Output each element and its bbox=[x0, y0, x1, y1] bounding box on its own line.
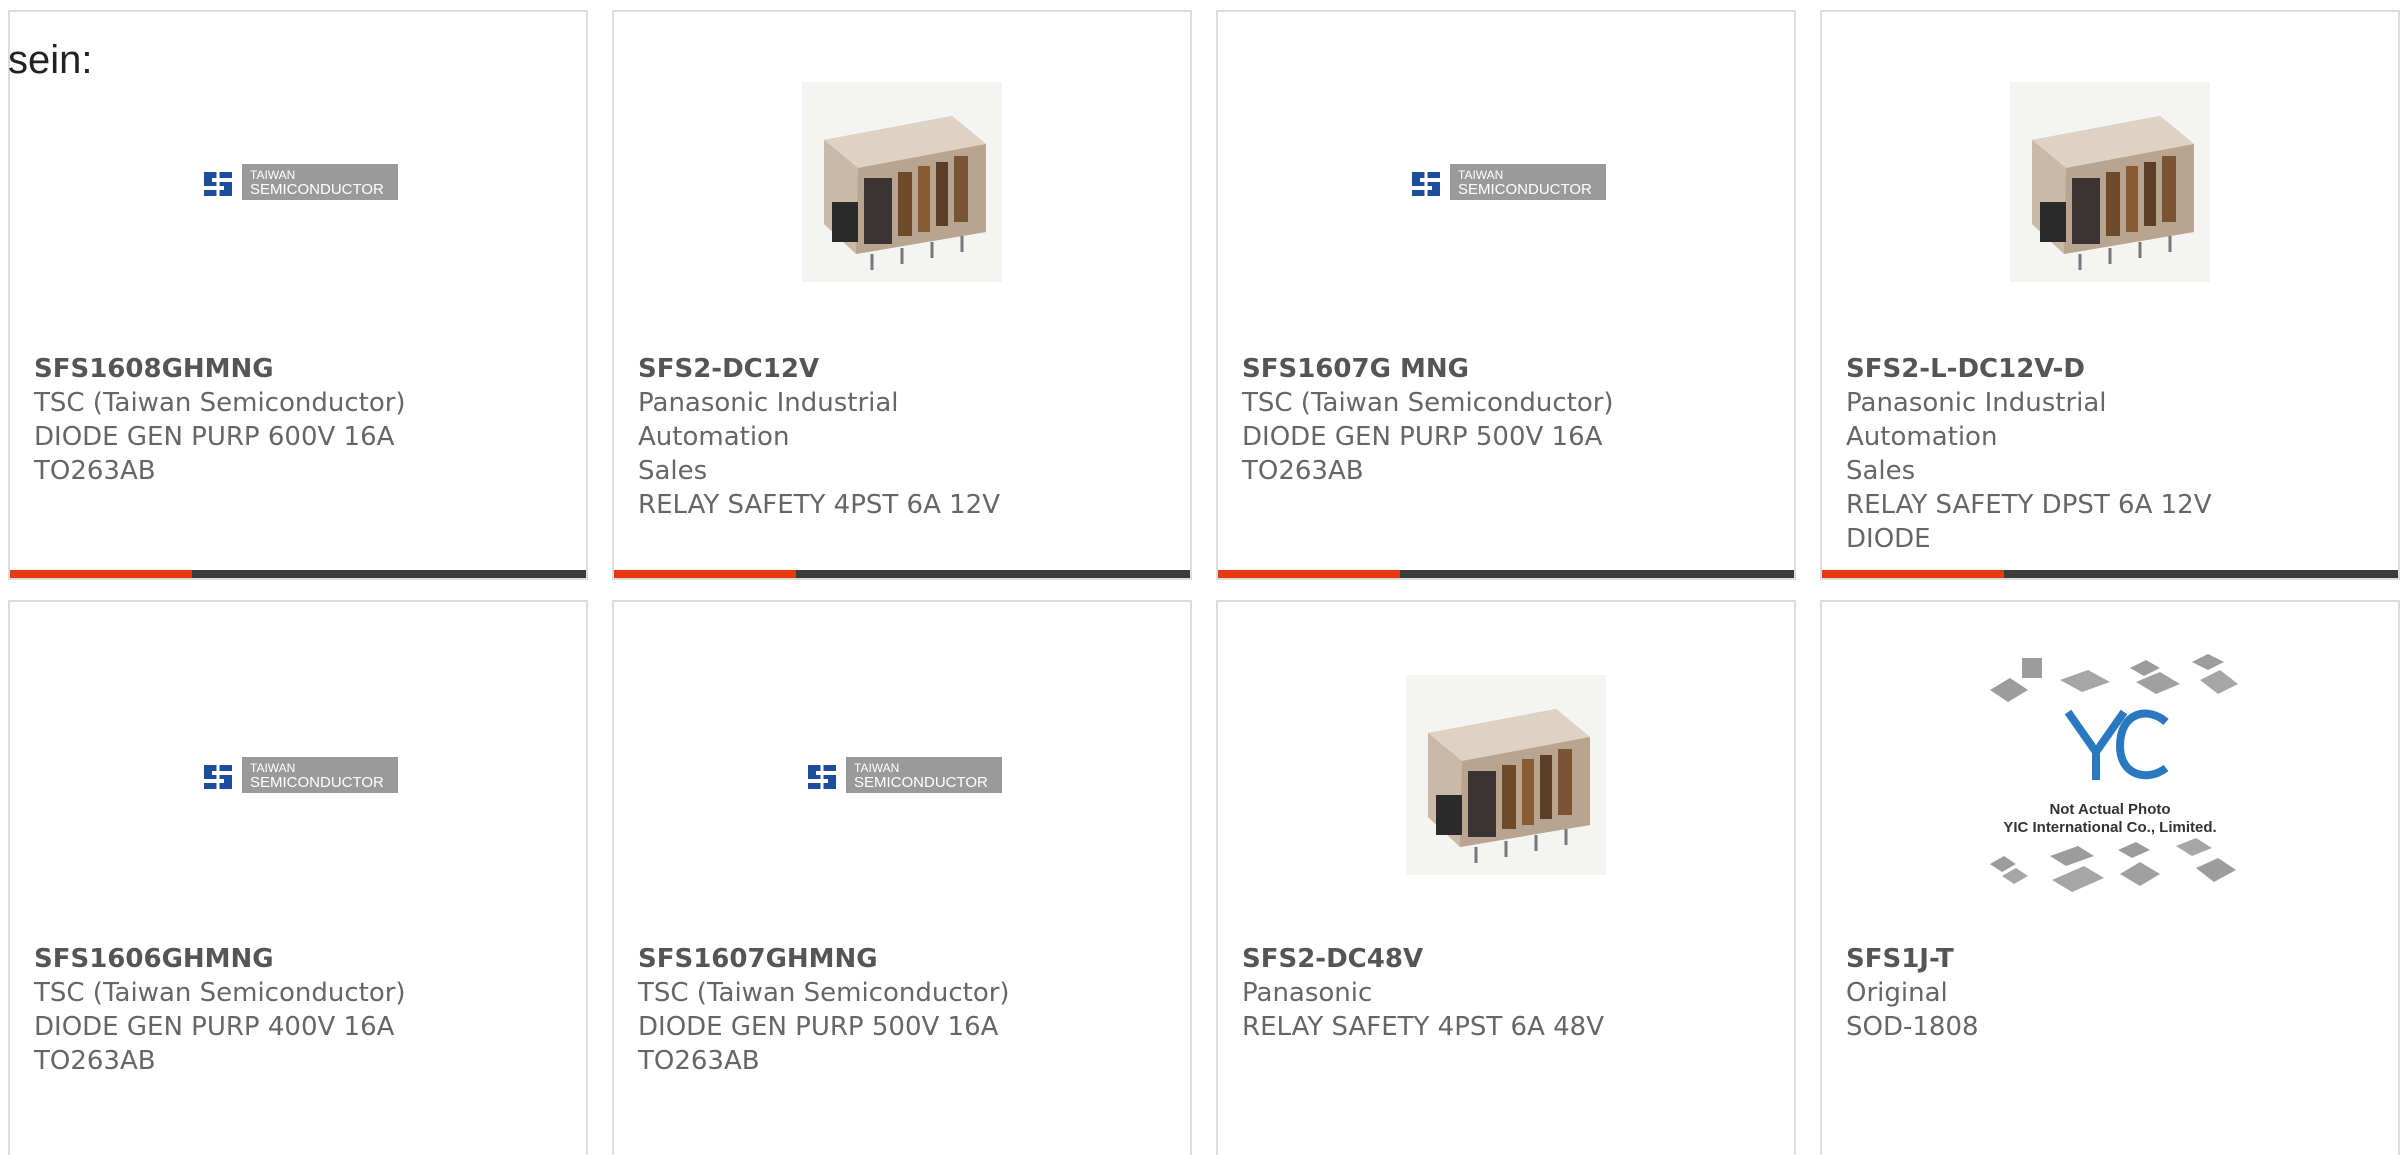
product-detail-line: Panasonic Industrial Automation bbox=[638, 388, 899, 452]
taiwan-semiconductor-logo: TAIWAN SEMICONDUCTOR bbox=[802, 757, 1002, 793]
product-detail-line: TSC (Taiwan Semiconductor) bbox=[34, 978, 406, 1008]
svg-text:SEMICONDUCTOR: SEMICONDUCTOR bbox=[250, 181, 384, 198]
product-card[interactable]: TAIWAN SEMICONDUCTOR SFS1608GHMNG TSC (Ta… bbox=[8, 10, 588, 580]
product-image[interactable]: TAIWAN SEMICONDUCTOR bbox=[614, 602, 1190, 948]
product-card[interactable]: SFS2-L-DC12V-D Panasonic Industrial Autom… bbox=[1820, 10, 2400, 580]
part-number-link[interactable]: SFS1608GHMNG bbox=[34, 352, 454, 386]
svg-text:SEMICONDUCTOR: SEMICONDUCTOR bbox=[250, 774, 384, 791]
product-image[interactable] bbox=[614, 12, 1190, 352]
part-number-link[interactable]: SFS1J-T bbox=[1846, 942, 2266, 976]
product-detail-line: TSC (Taiwan Semiconductor) bbox=[638, 978, 1010, 1008]
product-detail-line: TSC (Taiwan Semiconductor) bbox=[1242, 388, 1614, 418]
part-number-link[interactable]: SFS1607GHMNG bbox=[638, 942, 1058, 976]
product-info: SFS1607G MNG TSC (Taiwan Semiconductor) DI… bbox=[1242, 352, 1662, 488]
product-detail-line: DIODE GEN PURP 500V 16A bbox=[1242, 422, 1603, 452]
product-info: SFS1608GHMNG TSC (Taiwan Semiconductor) DI… bbox=[34, 352, 454, 488]
product-detail-line: Panasonic bbox=[1242, 978, 1373, 1008]
card-accent-highlight bbox=[1218, 570, 1400, 578]
product-detail-line: Sales bbox=[1846, 456, 1916, 486]
product-card[interactable]: SFS2-DC12V Panasonic Industrial Automatio… bbox=[612, 10, 1192, 580]
product-detail-line: TO263AB bbox=[1242, 456, 1364, 486]
product-detail-line: DIODE GEN PURP 600V 16A bbox=[34, 422, 395, 452]
product-detail-line: Original bbox=[1846, 978, 1948, 1008]
product-detail-line: RELAY SAFETY 4PST 6A 48V bbox=[1242, 1012, 1605, 1042]
product-detail-line: TO263AB bbox=[34, 456, 156, 486]
card-accent-bar bbox=[1822, 570, 2398, 578]
product-detail-line: SOD-1808 bbox=[1846, 1012, 1979, 1042]
product-detail-line: TO263AB bbox=[638, 1046, 760, 1076]
part-number-link[interactable]: SFS2-L-DC12V-D bbox=[1846, 352, 2266, 386]
product-image[interactable]: TAIWAN SEMICONDUCTOR bbox=[10, 602, 586, 948]
svg-text:TAIWAN: TAIWAN bbox=[250, 761, 295, 775]
svg-text:SEMICONDUCTOR: SEMICONDUCTOR bbox=[854, 774, 988, 791]
product-info: SFS2-DC48V Panasonic RELAY SAFETY 4PST 6A … bbox=[1242, 942, 1662, 1044]
product-detail-line: TO263AB bbox=[34, 1046, 156, 1076]
product-detail-line: TSC (Taiwan Semiconductor) bbox=[34, 388, 406, 418]
taiwan-semiconductor-logo: TAIWAN SEMICONDUCTOR bbox=[1406, 164, 1606, 200]
product-info: SFS1607GHMNG TSC (Taiwan Semiconductor) DI… bbox=[638, 942, 1058, 1078]
card-accent-bar bbox=[1218, 570, 1794, 578]
svg-text:TAIWAN: TAIWAN bbox=[1458, 168, 1503, 182]
part-number-link[interactable]: SFS1606GHMNG bbox=[34, 942, 454, 976]
card-accent-highlight bbox=[1822, 570, 2004, 578]
product-info: SFS1606GHMNG TSC (Taiwan Semiconductor) DI… bbox=[34, 942, 454, 1078]
taiwan-semiconductor-logo: TAIWAN SEMICONDUCTOR bbox=[198, 164, 398, 200]
product-detail-line: RELAY SAFETY 4PST 6A 12V bbox=[638, 490, 1001, 520]
product-grid-page: sein: TAIWAN SEMICONDUCTOR SFS1608GHMNG T… bbox=[0, 0, 2400, 1155]
relay-photo bbox=[1406, 675, 1606, 875]
product-detail-line: RELAY SAFETY DPST 6A 12V bbox=[1846, 490, 2212, 520]
taiwan-semiconductor-logo: TAIWAN SEMICONDUCTOR bbox=[198, 757, 398, 793]
product-card[interactable]: TAIWAN SEMICONDUCTOR SFS1607G MNG TSC (Ta… bbox=[1216, 10, 1796, 580]
product-info: SFS2-L-DC12V-D Panasonic Industrial Autom… bbox=[1846, 352, 2266, 556]
card-accent-highlight bbox=[614, 570, 796, 578]
product-info: SFS2-DC12V Panasonic Industrial Automatio… bbox=[638, 352, 1058, 522]
product-image[interactable] bbox=[1218, 602, 1794, 948]
svg-text:SEMICONDUCTOR: SEMICONDUCTOR bbox=[1458, 181, 1592, 198]
product-detail-line: DIODE GEN PURP 500V 16A bbox=[638, 1012, 999, 1042]
relay-photo bbox=[2010, 82, 2210, 282]
product-card[interactable]: Not Actual Photo YIC International Co., … bbox=[1820, 600, 2400, 1155]
part-number-link[interactable]: SFS2-DC48V bbox=[1242, 942, 1662, 976]
part-number-link[interactable]: SFS1607G MNG bbox=[1242, 352, 1662, 386]
product-image[interactable]: TAIWAN SEMICONDUCTOR bbox=[1218, 12, 1794, 352]
card-accent-bar bbox=[614, 570, 1190, 578]
svg-text:TAIWAN: TAIWAN bbox=[854, 761, 899, 775]
intro-text: sein: bbox=[8, 38, 93, 82]
product-detail-line: DIODE bbox=[1846, 524, 1931, 554]
product-detail-line: Panasonic Industrial Automation bbox=[1846, 388, 2107, 452]
product-image[interactable]: Not Actual Photo YIC International Co., … bbox=[1822, 602, 2398, 948]
product-card[interactable]: TAIWAN SEMICONDUCTOR SFS1607GHMNG TSC (Ta… bbox=[612, 600, 1192, 1155]
product-card[interactable]: TAIWAN SEMICONDUCTOR SFS1606GHMNG TSC (Ta… bbox=[8, 600, 588, 1155]
product-detail-line: DIODE GEN PURP 400V 16A bbox=[34, 1012, 395, 1042]
svg-text:YIC International Co., Limited: YIC International Co., Limited. bbox=[2003, 819, 2216, 836]
relay-photo bbox=[802, 82, 1002, 282]
product-image[interactable]: TAIWAN SEMICONDUCTOR bbox=[10, 12, 586, 352]
svg-text:Not Actual Photo: Not Actual Photo bbox=[2049, 801, 2170, 818]
product-grid: TAIWAN SEMICONDUCTOR SFS1608GHMNG TSC (Ta… bbox=[0, 0, 2400, 1155]
svg-text:TAIWAN: TAIWAN bbox=[250, 168, 295, 182]
part-number-link[interactable]: SFS2-DC12V bbox=[638, 352, 1058, 386]
product-detail-line: Sales bbox=[638, 456, 708, 486]
product-image[interactable] bbox=[1822, 12, 2398, 352]
card-accent-highlight bbox=[10, 570, 192, 578]
card-accent-bar bbox=[10, 570, 586, 578]
product-card[interactable]: SFS2-DC48V Panasonic RELAY SAFETY 4PST 6A … bbox=[1216, 600, 1796, 1155]
product-info: SFS1J-T Original SOD-1808 bbox=[1846, 942, 2266, 1044]
yic-not-actual-photo-placeholder: Not Actual Photo YIC International Co., … bbox=[1990, 654, 2238, 892]
